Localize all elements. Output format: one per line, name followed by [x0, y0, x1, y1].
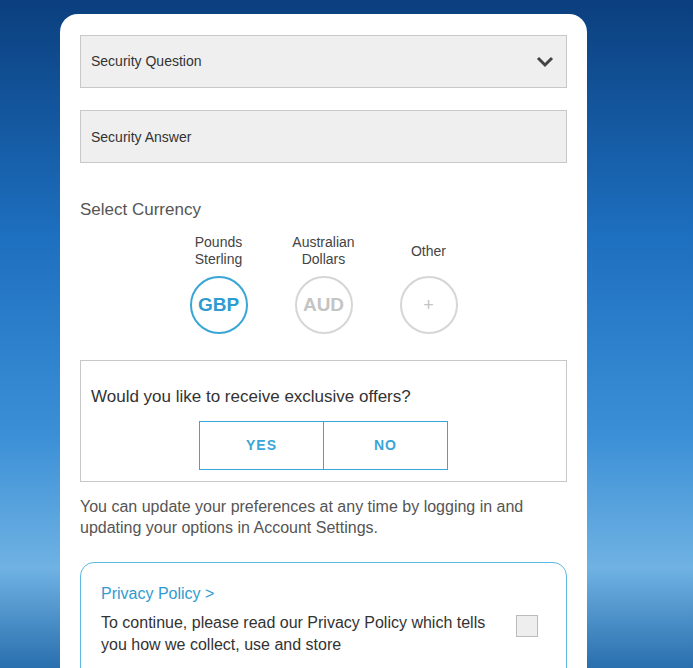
- offer-button[interactable]: NO: [323, 421, 448, 470]
- currency-circle[interactable]: +: [400, 276, 458, 334]
- currency-code: GBP: [198, 291, 239, 320]
- offers-question: Would you like to receive exclusive offe…: [91, 386, 556, 408]
- currency-code: +: [423, 292, 434, 319]
- currency-option[interactable]: Other +: [376, 233, 481, 334]
- security-question-label: Security Question: [91, 51, 202, 72]
- registration-card: Security Question Select Currency Pounds S…: [60, 14, 587, 668]
- currency-options: Pounds Sterling GBP Australian Dollars AUD O…: [80, 233, 567, 334]
- currency-label: Australian Dollars: [283, 234, 365, 268]
- currency-title: Select Currency: [80, 199, 567, 221]
- currency-label: Pounds Sterling: [178, 234, 260, 268]
- security-answer-input[interactable]: [80, 110, 567, 163]
- privacy-box: Privacy Policy > To continue, please read…: [80, 562, 567, 668]
- currency-label: Other: [411, 243, 446, 260]
- currency-label-box: Pounds Sterling: [178, 233, 260, 269]
- chevron-down-icon: [536, 56, 554, 68]
- preferences-note: You can update your preferences at any t…: [80, 496, 567, 538]
- currency-label-box: Other: [411, 233, 446, 269]
- currency-label-box: Australian Dollars: [283, 233, 365, 269]
- currency-option[interactable]: Pounds Sterling GBP: [166, 233, 271, 334]
- currency-circle[interactable]: AUD: [295, 276, 353, 334]
- currency-circle[interactable]: GBP: [190, 276, 248, 334]
- security-question-select[interactable]: Security Question: [80, 35, 567, 88]
- currency-code: AUD: [303, 291, 344, 320]
- offers-buttons: YESNO: [91, 421, 556, 470]
- privacy-row: To continue, please read our Privacy Pol…: [101, 612, 538, 656]
- offers-box: Would you like to receive exclusive offe…: [80, 360, 567, 482]
- offer-button[interactable]: YES: [199, 421, 324, 470]
- privacy-text: To continue, please read our Privacy Pol…: [101, 612, 501, 656]
- privacy-checkbox[interactable]: [516, 615, 538, 637]
- currency-option[interactable]: Australian Dollars AUD: [271, 233, 376, 334]
- privacy-policy-link[interactable]: Privacy Policy >: [101, 584, 538, 604]
